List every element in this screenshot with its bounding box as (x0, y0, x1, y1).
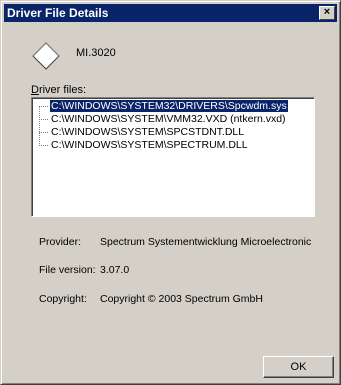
tree-item-label: C:\WINDOWS\SYSTEM32\DRIVERS\Spcwdm.sys (50, 100, 288, 112)
window-title: Driver File Details (7, 6, 109, 20)
provider-value: Spectrum Systementwicklung Microelectron… (100, 236, 312, 248)
copyright-value: Copyright © 2003 Spectrum GmbH (100, 293, 263, 305)
copyright-label: Copyright: (39, 293, 87, 305)
driver-files-tree[interactable]: C:\WINDOWS\SYSTEM32\DRIVERS\Spcwdm.sys C… (31, 97, 315, 217)
tree-item[interactable]: C:\WINDOWS\SYSTEM\SPECTRUM.DLL (39, 139, 249, 152)
tree-item-label: C:\WINDOWS\SYSTEM\VMM32.VXD (ntkern.vxd) (51, 113, 286, 125)
close-icon: × (323, 6, 331, 18)
provider-label: Provider: (39, 236, 82, 248)
tree-branch (39, 144, 48, 146)
tree-item[interactable]: C:\WINDOWS\SYSTEM32\DRIVERS\Spcwdm.sys (39, 100, 288, 113)
tree-branch (39, 131, 48, 133)
device-name: MI.3020 (76, 47, 116, 59)
close-button[interactable]: × (319, 6, 335, 20)
provider-row: Provider: Spectrum Systementwicklung Mic… (39, 236, 311, 248)
file-version-label: File version: (39, 264, 96, 276)
ok-button[interactable]: OK (263, 356, 334, 378)
tree-item-label: C:\WINDOWS\SYSTEM\SPCSTDNT.DLL (51, 126, 245, 138)
tree-branch (39, 105, 48, 107)
tree-branch (39, 118, 48, 120)
tree-item-label: C:\WINDOWS\SYSTEM\SPECTRUM.DLL (51, 139, 248, 151)
driver-files-label-text: river files: (38, 84, 87, 96)
tree-item[interactable]: C:\WINDOWS\SYSTEM\SPCSTDNT.DLL (39, 126, 245, 139)
title-bar[interactable]: Driver File Details × (4, 4, 337, 22)
file-version-value: 3.07.0 (100, 264, 130, 276)
file-version-row: File version: 3.07.0 (39, 264, 129, 276)
device-diamond-icon (32, 42, 60, 70)
copyright-row: Copyright: Copyright © 2003 Spectrum Gmb… (39, 293, 263, 305)
driver-file-details-dialog: Driver File Details × MI.3020 Driver fil… (0, 0, 341, 385)
tree-item[interactable]: C:\WINDOWS\SYSTEM\VMM32.VXD (ntkern.vxd) (39, 113, 287, 126)
driver-files-label: Driver files: (31, 84, 86, 96)
driver-files-label-accelerator: D (31, 84, 39, 96)
